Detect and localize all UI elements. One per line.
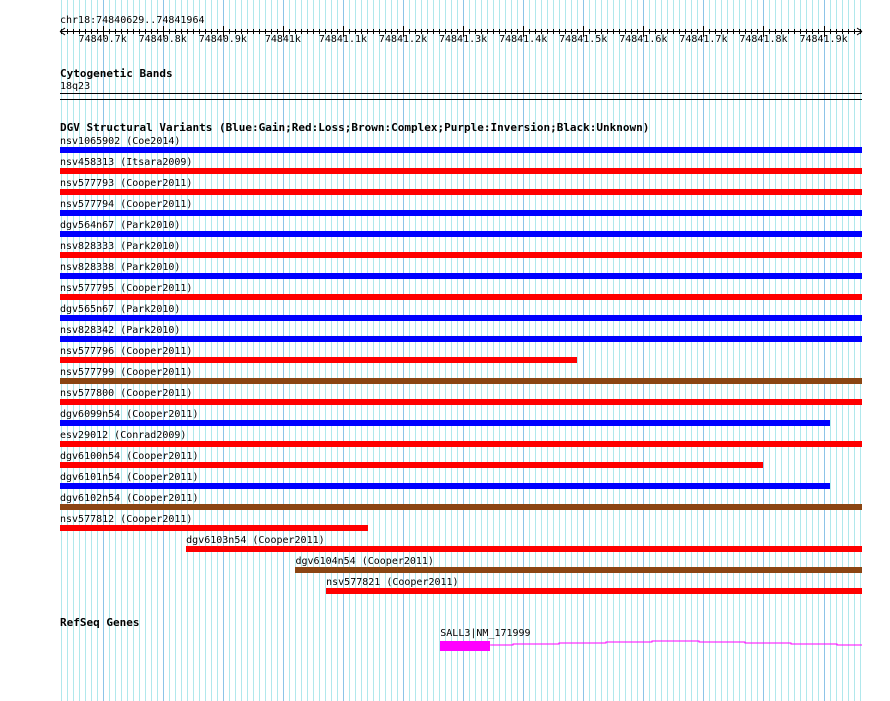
genome-browser-panel: chr18:74840629..74841964 74840.7k 74840.8… [0, 0, 890, 701]
gene-intron-line [490, 640, 862, 646]
